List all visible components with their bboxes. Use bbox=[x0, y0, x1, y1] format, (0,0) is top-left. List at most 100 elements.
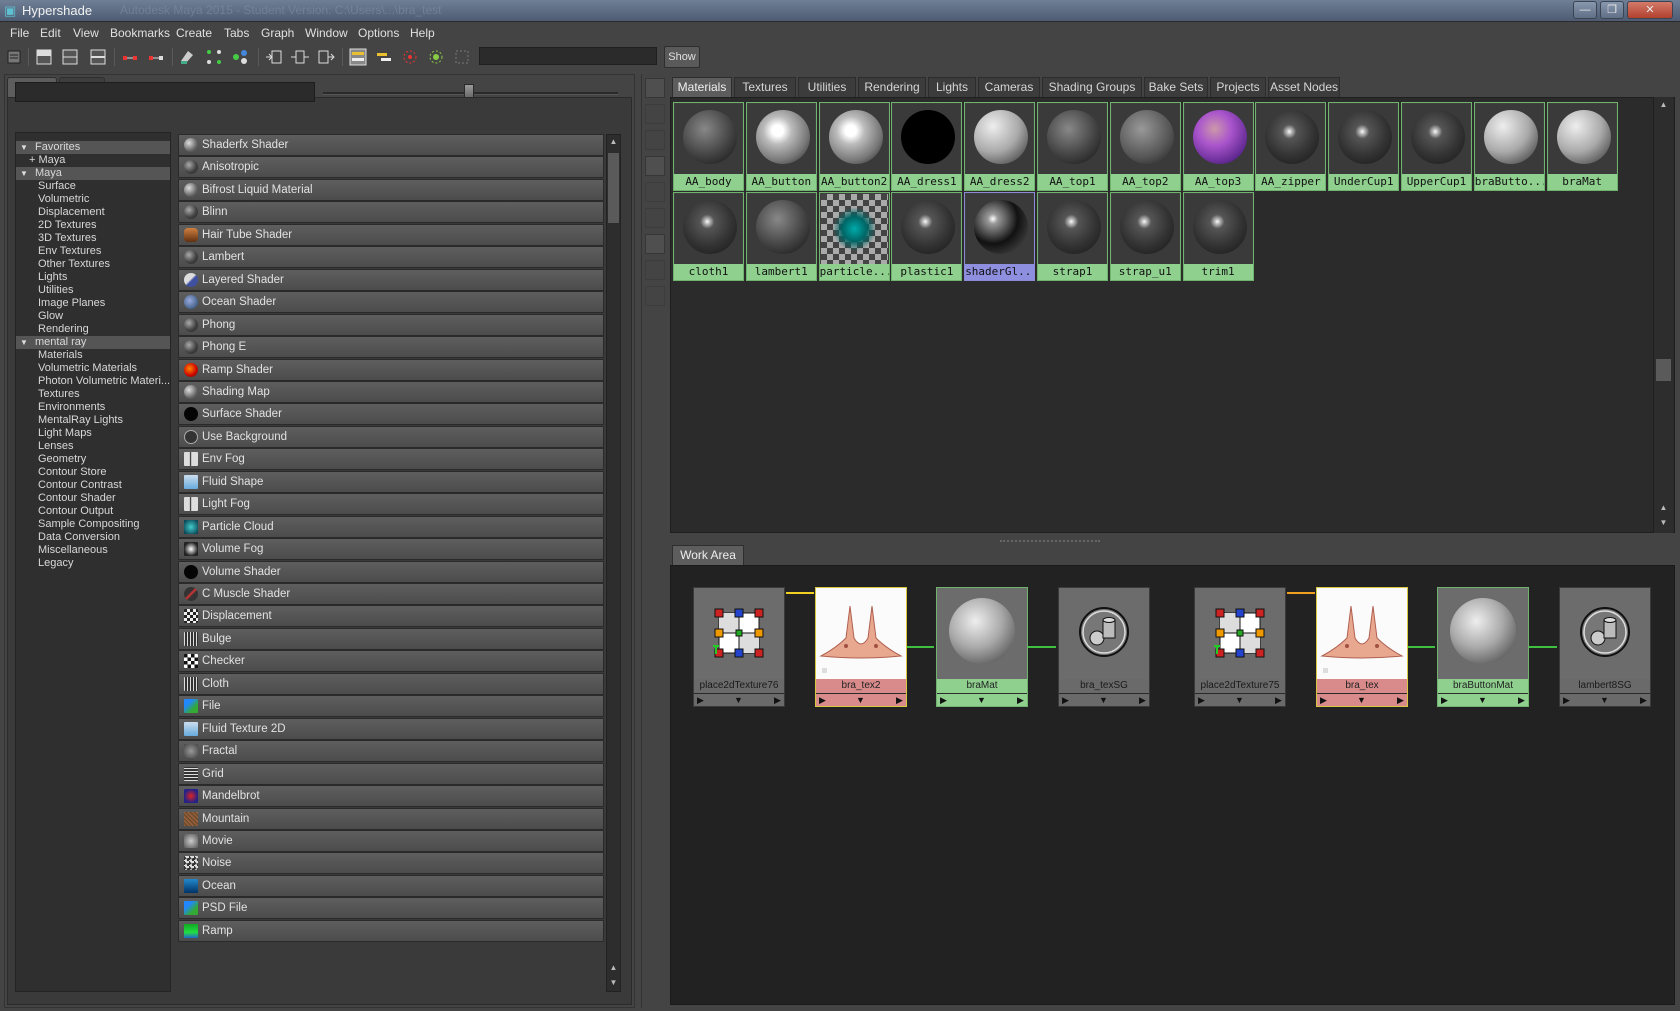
create-blinn-button[interactable]: Blinn bbox=[178, 201, 604, 224]
create-displacement-button[interactable]: Displacement bbox=[178, 605, 604, 628]
menu-window[interactable]: Window bbox=[305, 26, 348, 40]
create-env-fog-button[interactable]: Env Fog bbox=[178, 448, 604, 471]
tree-item[interactable]: Environments bbox=[16, 401, 170, 414]
scrollbar-thumb[interactable] bbox=[608, 153, 619, 223]
output-port-icon[interactable]: ▶ bbox=[1017, 694, 1024, 707]
create-checker-button[interactable]: Checker bbox=[178, 650, 604, 673]
material-swatch[interactable]: AA_body bbox=[673, 102, 744, 191]
tree-item[interactable]: Lenses bbox=[16, 440, 170, 453]
minimize-button[interactable]: — bbox=[1573, 1, 1597, 19]
graph-up-icon[interactable] bbox=[120, 47, 140, 67]
render-target-icon[interactable] bbox=[400, 47, 420, 67]
output-port-icon[interactable]: ▶ bbox=[896, 694, 903, 707]
sort-reverse-icon[interactable] bbox=[645, 286, 665, 306]
material-swatch[interactable]: AA_top1 bbox=[1037, 102, 1108, 191]
material-swatch[interactable]: cloth1 bbox=[673, 192, 744, 281]
tree-item[interactable]: Displacement bbox=[16, 206, 170, 219]
tree-item[interactable]: Textures bbox=[16, 388, 170, 401]
tab-cameras[interactable]: Cameras bbox=[978, 77, 1040, 97]
menu-view[interactable]: View bbox=[73, 26, 99, 40]
input-port-icon[interactable]: ▶ bbox=[1198, 694, 1205, 707]
tree-item[interactable]: Legacy bbox=[16, 557, 170, 570]
material-swatch[interactable]: braMat bbox=[1546, 102, 1618, 191]
tab-textures[interactable]: Textures bbox=[734, 77, 796, 97]
layout-split-icon[interactable] bbox=[88, 47, 108, 67]
rearrange-graph-icon[interactable] bbox=[204, 47, 224, 67]
node-menu-arrow-icon[interactable]: ▼ bbox=[1357, 694, 1366, 707]
create-fluid-shape-button[interactable]: Fluid Shape bbox=[178, 470, 604, 493]
create-fractal-button[interactable]: Fractal bbox=[178, 740, 604, 763]
input-port-icon[interactable]: ▶ bbox=[1441, 694, 1448, 707]
material-swatch[interactable]: AA_top3 bbox=[1182, 102, 1254, 191]
create-surface-shader-button[interactable]: Surface Shader bbox=[178, 403, 604, 426]
tree-item[interactable]: + Maya bbox=[16, 154, 170, 167]
input-port-icon[interactable]: ▶ bbox=[819, 694, 826, 707]
create-anisotropic-button[interactable]: Anisotropic bbox=[178, 156, 604, 179]
create-file-button[interactable]: File bbox=[178, 695, 604, 718]
tree-item[interactable]: Utilities bbox=[16, 284, 170, 297]
list-view-icon[interactable] bbox=[645, 104, 665, 124]
toolbar-options-icon[interactable] bbox=[4, 47, 24, 67]
scroll-up-arrow-icon[interactable]: ▲ bbox=[1656, 502, 1671, 514]
menu-options[interactable]: Options bbox=[358, 26, 399, 40]
tree-item[interactable]: Rendering bbox=[16, 323, 170, 336]
scroll-up-arrow-icon[interactable]: ▲ bbox=[608, 136, 619, 148]
create-layered-shader-button[interactable]: Layered Shader bbox=[178, 268, 604, 291]
create-phong-e-button[interactable]: Phong E bbox=[178, 336, 604, 359]
tab-shading-groups[interactable]: Shading Groups bbox=[1042, 77, 1142, 97]
tree-item[interactable]: Geometry bbox=[16, 453, 170, 466]
material-swatch[interactable]: AA_button2 bbox=[818, 102, 890, 191]
output-port-icon[interactable]: ▶ bbox=[1397, 694, 1404, 707]
create-phong-button[interactable]: Phong bbox=[178, 313, 604, 336]
menu-file[interactable]: File bbox=[10, 26, 29, 40]
menu-create[interactable]: Create bbox=[176, 26, 212, 40]
tab-asset-nodes[interactable]: Asset Nodes bbox=[1268, 77, 1340, 97]
create-c-muscle-shader-button[interactable]: C Muscle Shader bbox=[178, 583, 604, 605]
create-hair-tube-shader-button[interactable]: Hair Tube Shader bbox=[178, 223, 604, 246]
create-cloth-button[interactable]: Cloth bbox=[178, 672, 604, 695]
menu-help[interactable]: Help bbox=[410, 26, 435, 40]
tree-item[interactable]: Glow bbox=[16, 310, 170, 323]
scroll-up-arrow-icon[interactable]: ▲ bbox=[608, 962, 619, 974]
sort-by-name-icon[interactable] bbox=[645, 208, 665, 228]
create-light-fog-button[interactable]: Light Fog bbox=[178, 493, 604, 516]
tree-item[interactable]: Other Textures bbox=[16, 258, 170, 271]
tree-item[interactable]: Light Maps bbox=[16, 427, 170, 440]
tab-bake-sets[interactable]: Bake Sets bbox=[1144, 77, 1208, 97]
tab-work-area[interactable]: Work Area bbox=[672, 545, 744, 565]
node-menu-arrow-icon[interactable]: ▼ bbox=[1478, 694, 1487, 707]
close-button[interactable]: ✕ bbox=[1627, 1, 1673, 19]
tab-lights[interactable]: Lights bbox=[928, 77, 976, 97]
create-noise-button[interactable]: Noise bbox=[178, 852, 604, 875]
create-ramp-shader-button[interactable]: Ramp Shader bbox=[178, 358, 604, 381]
output-port-icon[interactable]: ▶ bbox=[774, 694, 781, 707]
create-grid-button[interactable]: Grid bbox=[178, 762, 604, 785]
create-ocean-button[interactable]: Ocean bbox=[178, 874, 604, 897]
create-shaderfx-shader-button[interactable]: Shaderfx Shader bbox=[178, 134, 604, 156]
tree-item[interactable]: Contour Contrast bbox=[16, 479, 170, 492]
tab-utilities[interactable]: Utilities bbox=[798, 77, 856, 97]
scroll-up-arrow-icon[interactable]: ▲ bbox=[1656, 99, 1671, 111]
tree-item[interactable]: Miscellaneous bbox=[16, 544, 170, 557]
create-bulge-button[interactable]: Bulge bbox=[178, 627, 604, 650]
connection-line[interactable] bbox=[1529, 646, 1557, 648]
node-menu-arrow-icon[interactable]: ▼ bbox=[856, 694, 865, 707]
menu-bookmarks[interactable]: Bookmarks bbox=[110, 26, 170, 40]
create-mountain-button[interactable]: Mountain bbox=[178, 807, 604, 830]
create-movie-button[interactable]: Movie bbox=[178, 829, 604, 852]
tex-node[interactable]: bra_tex2 ▶ ▼ ▶ bbox=[815, 587, 907, 707]
input-port-icon[interactable]: ▶ bbox=[697, 694, 704, 707]
node-menu-arrow-icon[interactable]: ▼ bbox=[1099, 694, 1108, 707]
tree-item[interactable]: Sample Compositing bbox=[16, 518, 170, 531]
scroll-down-arrow-icon[interactable]: ▼ bbox=[608, 977, 619, 989]
output-connections-icon[interactable] bbox=[316, 47, 336, 67]
material-swatch[interactable]: UnderCup1 bbox=[1328, 102, 1400, 191]
output-port-icon[interactable]: ▶ bbox=[1640, 694, 1647, 707]
connection-line[interactable] bbox=[1028, 646, 1056, 648]
tab-materials[interactable]: Materials bbox=[672, 77, 732, 97]
tree-item[interactable]: Volumetric Materials bbox=[16, 362, 170, 375]
node-menu-arrow-icon[interactable]: ▼ bbox=[1235, 694, 1244, 707]
clear-graph-icon[interactable] bbox=[178, 47, 198, 67]
layout-top-icon[interactable] bbox=[34, 47, 54, 67]
create-psd-file-button[interactable]: PSD File bbox=[178, 897, 604, 920]
